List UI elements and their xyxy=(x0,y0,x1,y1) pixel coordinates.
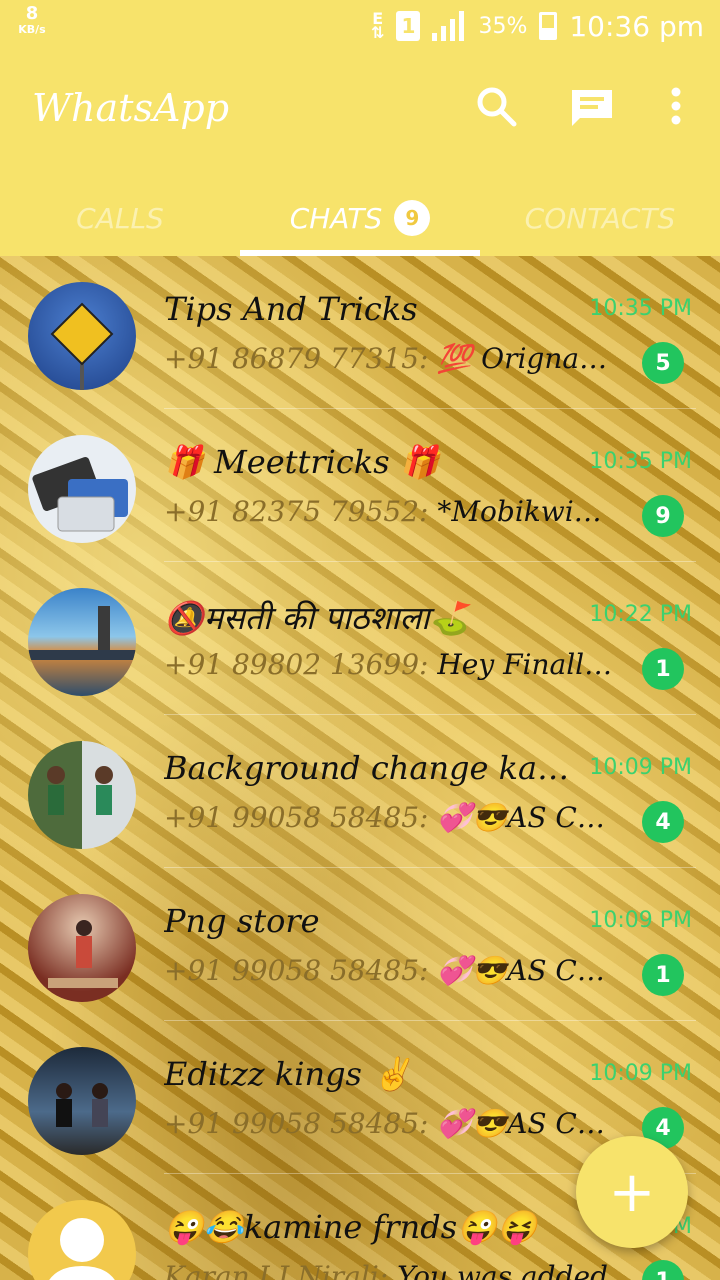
chat-row[interactable]: 🔕मसती की पाठशाला⛳ 10:22 PM +91 89802 136… xyxy=(0,562,720,715)
tab-calls-label: CALLS xyxy=(76,201,164,235)
chat-sender: +91 99058 58485: xyxy=(164,1107,429,1140)
chat-message: *Mobikwick A... xyxy=(437,495,614,528)
avatar[interactable] xyxy=(28,282,136,390)
chat-row[interactable]: Background change karn... 10:09 PM +91 9… xyxy=(0,715,720,868)
status-bar: 8 KB/s E ⇅ 1 35% 10:36 pm xyxy=(0,0,720,50)
chat-name: 🔕मसती की पाठशाला⛳ xyxy=(164,599,470,637)
more-vert-icon[interactable] xyxy=(654,84,698,128)
clock: 10:36 pm xyxy=(569,9,704,43)
unread-badge: 1 xyxy=(642,954,684,996)
data-network-icon: E ⇅ xyxy=(371,9,385,42)
search-icon[interactable] xyxy=(474,84,518,128)
unread-badge: 4 xyxy=(642,801,684,843)
avatar[interactable] xyxy=(28,894,136,1002)
chat-sender: Karan LJ Nirali: xyxy=(164,1260,389,1280)
chat-row[interactable]: Png store 10:09 PM +91 99058 58485: 💞😎AS… xyxy=(0,868,720,1021)
chat-message: 💞😎AS CRE... xyxy=(437,801,614,834)
chat-name: Png store xyxy=(164,902,320,940)
tab-chats-badge: 9 xyxy=(394,200,431,236)
avatar[interactable] xyxy=(28,588,136,696)
chat-sender: +91 82375 79552: xyxy=(164,495,429,528)
chat-name: Tips And Tricks xyxy=(164,290,418,328)
network-speed-unit: KB/s xyxy=(18,23,46,36)
avatar[interactable] xyxy=(28,741,136,849)
chat-preview: +91 82375 79552: *Mobikwick A... xyxy=(164,495,614,528)
chat-message: You was added xyxy=(397,1260,608,1280)
app-title: WhatsApp xyxy=(32,86,230,130)
chat-name: Background change karn... xyxy=(164,749,584,787)
tab-bar: CALLS CHATS 9 CONTACTS xyxy=(0,180,720,256)
chat-time: 10:09 PM xyxy=(589,1061,692,1086)
tab-contacts[interactable]: CONTACTS xyxy=(480,180,720,256)
chat-time: 10:35 PM xyxy=(589,449,692,474)
chat-time: 10:35 PM xyxy=(589,296,692,321)
tab-calls[interactable]: CALLS xyxy=(0,180,240,256)
chat-message: 💯 Orignal n... xyxy=(437,342,614,375)
avatar[interactable] xyxy=(28,435,136,543)
battery-icon xyxy=(539,12,558,40)
avatar[interactable] xyxy=(28,1047,136,1155)
chat-time: 10:09 PM xyxy=(589,755,692,780)
avatar[interactable] xyxy=(28,1200,136,1280)
chat-name: 🎁 Meettricks 🎁 xyxy=(164,443,440,481)
new-chat-icon[interactable] xyxy=(570,84,614,128)
chat-message: 💞😎AS CRE... xyxy=(437,1107,614,1140)
chat-time: 10:22 PM xyxy=(589,602,692,627)
chat-message: Hey Finally Se... xyxy=(437,648,614,681)
chat-message: 💞😎AS CRE... xyxy=(437,954,614,987)
new-chat-fab[interactable]: + xyxy=(576,1136,688,1248)
chat-name: Editzz kings ✌ xyxy=(164,1055,412,1093)
chat-sender: +91 99058 58485: xyxy=(164,801,429,834)
tab-chats-label: CHATS xyxy=(289,201,383,235)
chat-time: 10:09 PM xyxy=(589,908,692,933)
battery-percent: 35% xyxy=(478,13,528,39)
chat-preview: +91 86879 77315: 💯 Orignal n... xyxy=(164,342,614,375)
chat-preview: +91 99058 58485: 💞😎AS CRE... xyxy=(164,801,614,834)
unread-badge: 1 xyxy=(642,1260,684,1280)
chat-list[interactable]: Tips And Tricks 10:35 PM +91 86879 77315… xyxy=(0,256,720,1280)
tab-chats[interactable]: CHATS 9 xyxy=(240,180,480,256)
chat-preview: +91 89802 13699: Hey Finally Se... xyxy=(164,648,614,681)
sim-icon: 1 xyxy=(396,11,421,41)
chat-row[interactable]: 🎁 Meettricks 🎁 10:35 PM +91 82375 79552:… xyxy=(0,409,720,562)
chat-preview: +91 99058 58485: 💞😎AS CRE... xyxy=(164,1107,614,1140)
unread-badge: 9 xyxy=(642,495,684,537)
network-speed-value: 8 xyxy=(25,3,39,24)
chat-sender: +91 99058 58485: xyxy=(164,954,429,987)
app-bar: WhatsApp CALLS CHATS 9 CONTACTS xyxy=(0,50,720,256)
chat-sender: +91 86879 77315: xyxy=(164,342,429,375)
chat-name: 😜😂kamine frnds😜😝 xyxy=(164,1208,537,1246)
chat-preview: Karan LJ Nirali: You was added xyxy=(164,1260,614,1280)
chat-preview: +91 99058 58485: 💞😎AS CRE... xyxy=(164,954,614,987)
unread-badge: 5 xyxy=(642,342,684,384)
network-speed: 8 KB/s xyxy=(14,3,50,38)
default-avatar-icon xyxy=(49,1218,115,1280)
unread-badge: 1 xyxy=(642,648,684,690)
chat-sender: +91 89802 13699: xyxy=(164,648,429,681)
plus-icon: + xyxy=(608,1159,656,1225)
chat-row[interactable]: Tips And Tricks 10:35 PM +91 86879 77315… xyxy=(0,256,720,409)
tab-contacts-label: CONTACTS xyxy=(524,201,676,235)
signal-icon xyxy=(432,11,465,41)
